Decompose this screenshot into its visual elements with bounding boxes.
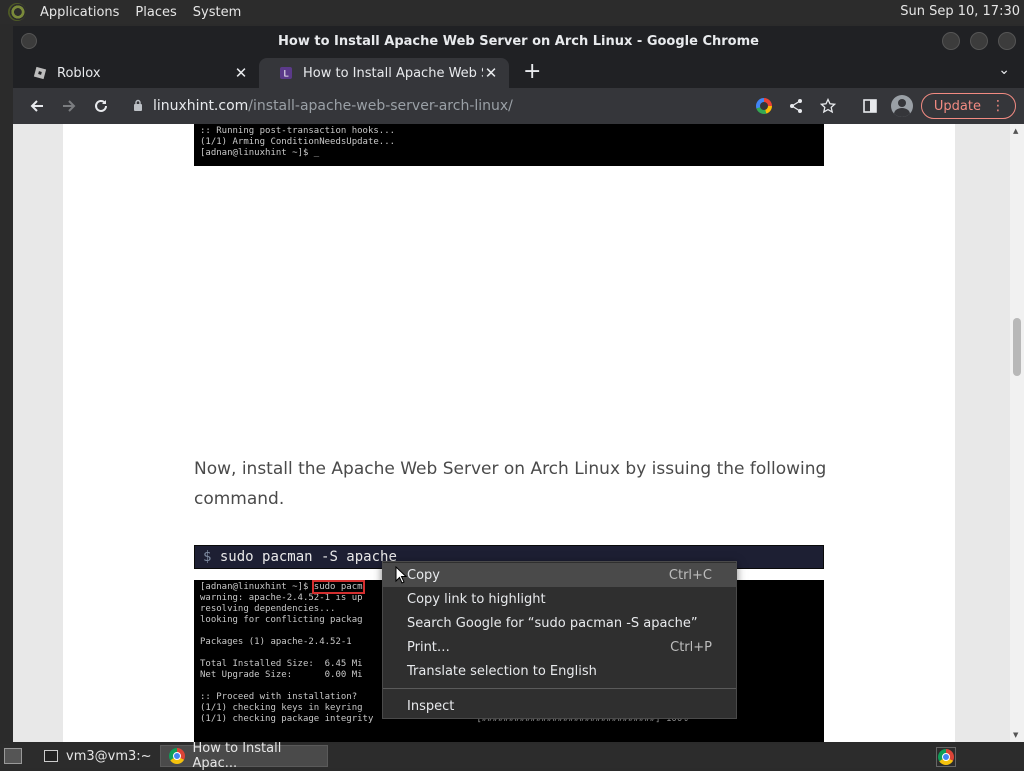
menu-item-label: Inspect	[407, 698, 455, 714]
task-label: vm3@vm3:~	[66, 748, 152, 764]
tab-title: Roblox	[57, 65, 101, 81]
svg-text:L: L	[283, 70, 288, 80]
google-translate-icon[interactable]	[751, 91, 777, 121]
menu-item-label: Copy link to highlight	[407, 591, 546, 607]
menu-item-label: Copy	[407, 567, 440, 583]
mouse-cursor-icon	[395, 566, 407, 584]
maximize-button[interactable]	[970, 32, 988, 50]
article-paragraph[interactable]: Now, install the Apache Web Server on Ar…	[194, 454, 834, 514]
context-menu-copy[interactable]: Copy Ctrl+C	[383, 563, 736, 587]
clock[interactable]: Sun Sep 10, 17:30	[900, 4, 1020, 19]
scroll-down-icon[interactable]: ▼	[1013, 731, 1018, 739]
menu-item-label: Search Google for “sudo pacman -S apache…	[407, 615, 698, 631]
reload-icon[interactable]	[85, 90, 117, 122]
distro-logo-icon[interactable]	[8, 3, 26, 21]
context-menu-search-google[interactable]: Search Google for “sudo pacman -S apache…	[383, 611, 736, 635]
terminal-screenshot-top: :: Running post-transaction hooks... (1/…	[194, 124, 824, 166]
more-menu-icon[interactable]: ⋮	[991, 98, 1005, 114]
side-panel-icon[interactable]	[857, 91, 883, 121]
tab-roblox[interactable]: Roblox ✕	[13, 58, 259, 88]
code-command[interactable]: sudo pacman -S apache	[211, 549, 397, 565]
highlighted-command: sudo pacm	[311, 580, 365, 594]
menu-item-shortcut: Ctrl+P	[670, 639, 712, 655]
scroll-up-icon[interactable]: ▲	[1013, 127, 1018, 135]
places-menu[interactable]: Places	[127, 5, 184, 20]
linuxhint-favicon-icon: L	[280, 67, 292, 80]
browser-toolbar: linuxhint.com /install-apache-web-server…	[13, 88, 1024, 124]
menu-item-label: Print…	[407, 639, 450, 655]
tab-search-chevron-icon[interactable]: ⌄	[998, 62, 1010, 78]
task-label: How to Install Apac...	[192, 741, 282, 771]
forward-arrow-icon[interactable]	[53, 90, 85, 122]
taskbar-item-terminal[interactable]: vm3@vm3:~	[36, 745, 160, 767]
profile-avatar-icon[interactable]	[889, 91, 915, 121]
window-titlebar[interactable]: How to Install Apache Web Server on Arch…	[13, 26, 1024, 56]
context-menu-inspect[interactable]: Inspect	[383, 694, 736, 718]
tab-title: How to Install Apache Web Server on Arch…	[303, 65, 483, 81]
window-title: How to Install Apache Web Server on Arch…	[278, 33, 759, 49]
back-arrow-icon[interactable]	[21, 90, 53, 122]
update-button[interactable]: Update ⋮	[920, 93, 1016, 119]
url-host: linuxhint.com	[153, 98, 249, 114]
chrome-icon	[168, 748, 185, 764]
context-menu-translate[interactable]: Translate selection to English	[383, 659, 736, 683]
address-bar[interactable]: linuxhint.com /install-apache-web-server…	[133, 91, 653, 121]
menu-item-label: Translate selection to English	[407, 663, 597, 679]
terminal-icon	[44, 750, 58, 762]
tray-chrome-icon[interactable]	[936, 747, 956, 767]
roblox-favicon-icon	[33, 66, 47, 80]
vertical-scrollbar[interactable]: ▲ ▼	[1010, 124, 1024, 742]
show-desktop-icon[interactable]	[4, 748, 22, 764]
menu-separator	[383, 688, 736, 689]
context-menu: Copy Ctrl+C Copy link to highlight Searc…	[382, 561, 737, 719]
update-label: Update	[933, 98, 981, 114]
tab-strip: Roblox ✕ L How to Install Apache Web Ser…	[13, 56, 1024, 88]
system-menu[interactable]: System	[185, 5, 249, 20]
tab-close-icon[interactable]: ✕	[483, 64, 499, 82]
tab-linuxhint[interactable]: L How to Install Apache Web Server on Ar…	[259, 58, 509, 88]
minimize-button[interactable]	[942, 32, 960, 50]
top-panel: Applications Places System Sun Sep 10, 1…	[0, 0, 1024, 24]
tab-close-icon[interactable]: ✕	[233, 64, 249, 82]
lock-icon[interactable]	[133, 99, 143, 114]
bottom-taskbar: vm3@vm3:~ How to Install Apac...	[0, 741, 1024, 771]
bookmark-star-icon[interactable]	[815, 91, 841, 121]
context-menu-print[interactable]: Print… Ctrl+P	[383, 635, 736, 659]
close-window-button[interactable]	[998, 32, 1016, 50]
applications-menu[interactable]: Applications	[32, 5, 127, 20]
url-path: /install-apache-web-server-arch-linux/	[248, 98, 513, 114]
new-tab-button[interactable]: +	[523, 59, 541, 84]
menu-item-shortcut: Ctrl+C	[668, 567, 712, 583]
window-menu-icon[interactable]	[21, 33, 37, 49]
scrollbar-thumb[interactable]	[1013, 318, 1021, 376]
context-menu-copy-link-to-highlight[interactable]: Copy link to highlight	[383, 587, 736, 611]
taskbar-item-chrome[interactable]: How to Install Apac...	[159, 741, 328, 771]
share-icon[interactable]	[783, 91, 809, 121]
terminal-prompt: [adnan@linuxhint ~]$	[200, 582, 314, 592]
